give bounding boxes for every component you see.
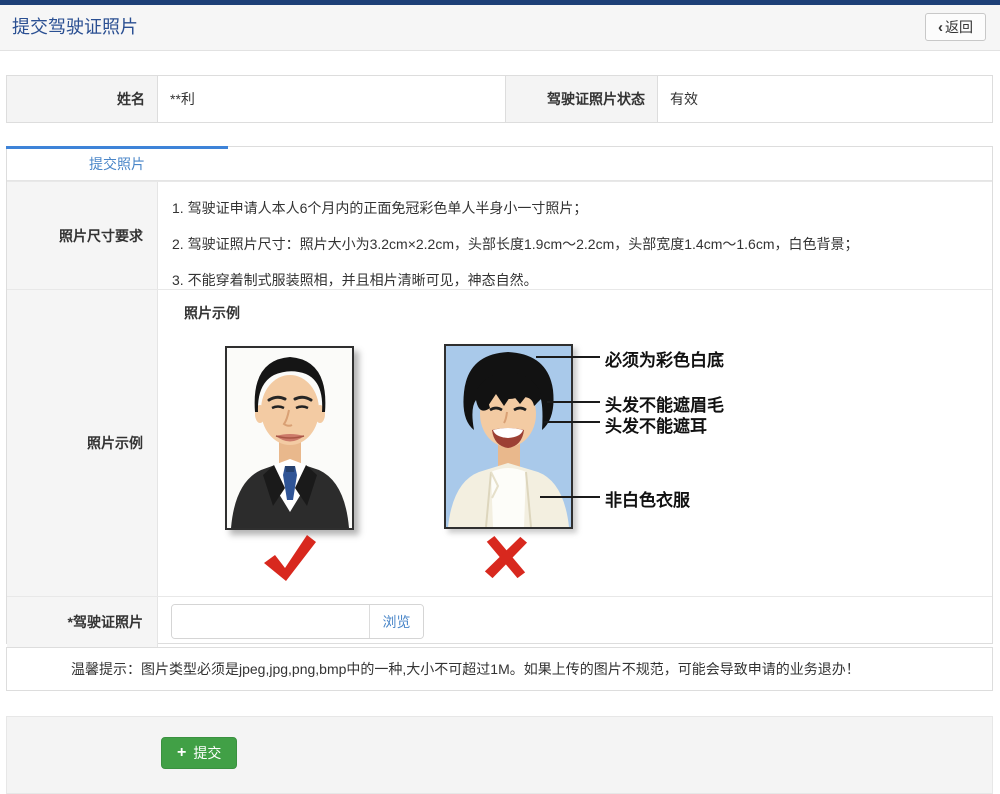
figure-title: 照片示例 <box>184 303 240 323</box>
photo-status-value: 有效 <box>658 76 992 122</box>
notice-text: 温馨提示：图片类型必须是jpeg,jpg,png,bmp中的一种,大小不可超过1… <box>71 661 860 677</box>
submit-button-label: 提交 <box>193 743 221 763</box>
driver-info-row: 姓名 **利 驾驶证照片状态 有效 <box>6 75 993 123</box>
tab-submit-photo[interactable]: 提交照片 <box>6 146 228 180</box>
photo-upload-label: *驾驶证照片 <box>7 597 158 647</box>
back-button-label: 返回 <box>945 19 973 35</box>
chevron-left-icon: ‹ <box>938 19 943 36</box>
requirement-line: 1. 驾驶证申请人本人6个月内的正面免冠彩色单人半身小一寸照片； <box>172 190 978 226</box>
photo-requirements-label: 照片尺寸要求 <box>7 182 158 289</box>
annotation-line <box>547 401 600 403</box>
name-label: 姓名 <box>7 76 158 122</box>
page-header: 提交驾驶证照片 ‹返回 <box>0 5 1000 51</box>
correct-photo-example <box>225 346 354 530</box>
annotation-line <box>536 356 600 358</box>
page-title: 提交驾驶证照片 <box>12 5 138 50</box>
photo-example-label: 照片示例 <box>7 290 158 596</box>
annotation-line <box>540 496 600 498</box>
annotation-non-white-clothes: 非白色衣服 <box>605 486 690 511</box>
photo-upload-row: *驾驶证照片 浏览 <box>7 596 992 647</box>
photo-example-row: 照片示例 照片示例 <box>7 289 992 596</box>
bottom-action-panel: + 提交 <box>6 716 993 794</box>
incorrect-photo-example <box>444 344 573 529</box>
annotation-line <box>544 421 600 423</box>
file-upload-group: 浏览 <box>171 604 424 639</box>
submit-button[interactable]: + 提交 <box>161 737 237 769</box>
tab-bar: 提交照片 <box>7 147 992 181</box>
back-button[interactable]: ‹返回 <box>925 13 986 41</box>
checkmark-icon <box>261 533 317 583</box>
photo-file-input[interactable] <box>172 605 369 638</box>
requirement-line: 2. 驾驶证照片尺寸：照片大小为3.2cm×2.2cm，头部长度1.9cm～2.… <box>172 226 978 262</box>
name-value: **利 <box>158 76 505 122</box>
man-in-suit-illustration <box>227 348 352 528</box>
annotation-white-background: 必须为彩色白底 <box>605 346 724 371</box>
photo-status-label: 驾驶证照片状态 <box>505 76 658 122</box>
messy-hair-illustration <box>446 346 571 527</box>
notice-bar: 温馨提示：图片类型必须是jpeg,jpg,png,bmp中的一种,大小不可超过1… <box>6 647 993 691</box>
browse-button[interactable]: 浏览 <box>369 605 423 638</box>
submit-photo-panel: 提交照片 照片尺寸要求 1. 驾驶证申请人本人6个月内的正面免冠彩色单人半身小一… <box>6 146 993 644</box>
annotation-hair-ears: 头发不能遮耳 <box>605 412 707 437</box>
x-mark-icon <box>482 535 528 579</box>
photo-example-figure: 照片示例 <box>158 290 992 596</box>
plus-icon: + <box>177 744 186 762</box>
photo-requirements-row: 照片尺寸要求 1. 驾驶证申请人本人6个月内的正面免冠彩色单人半身小一寸照片； … <box>7 181 992 289</box>
